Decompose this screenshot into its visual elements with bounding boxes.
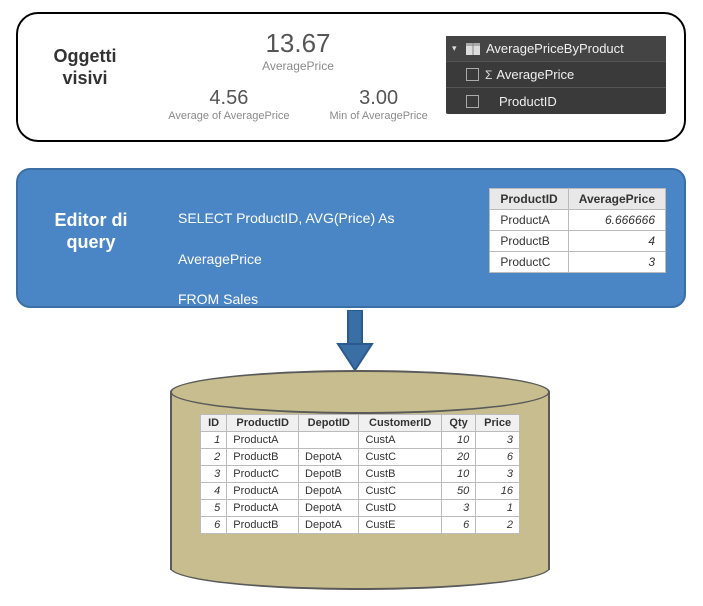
expand-icon: ▾	[452, 43, 462, 54]
checkbox-icon[interactable]	[466, 95, 479, 108]
cell: 6	[201, 517, 227, 534]
col-header: Qty	[441, 415, 475, 432]
sql-line: AveragePrice	[178, 251, 262, 267]
kpi-avg-of-avg: 4.56 Average of AveragePrice	[168, 87, 289, 122]
editor-panel: Editor di query SELECT ProductID, AVG(Pr…	[16, 168, 686, 308]
cell: ProductA	[490, 210, 568, 231]
sigma-icon: Σ	[485, 68, 492, 82]
cell: 6.666666	[568, 210, 665, 231]
cell: 10	[441, 466, 475, 483]
field-label: AveragePrice	[496, 67, 660, 82]
cell: ProductB	[227, 449, 299, 466]
cell: CustC	[359, 449, 441, 466]
cell: DepotA	[299, 449, 359, 466]
cell: DepotA	[299, 483, 359, 500]
cell: DepotA	[299, 500, 359, 517]
kpi-label: Average of AveragePrice	[168, 110, 289, 122]
sales-table: ID ProductID DepotID CustomerID Qty Pric…	[200, 414, 520, 534]
cell: 3	[441, 500, 475, 517]
cell: ProductA	[227, 432, 299, 449]
cell: ProductB	[490, 231, 568, 252]
col-header: Price	[476, 415, 520, 432]
col-header: DepotID	[299, 415, 359, 432]
kpi-group: 13.67 AveragePrice 4.56 Average of Avera…	[158, 28, 438, 122]
col-header: CustomerID	[359, 415, 441, 432]
sql-line: FROM Sales	[178, 291, 258, 307]
kpi-value: 3.00	[330, 87, 428, 110]
kpi-min-of-avg: 3.00 Min of AveragePrice	[330, 87, 428, 122]
cell: 2	[201, 449, 227, 466]
cell: ProductC	[227, 466, 299, 483]
table-row: 3 ProductC DepotB CustB 10 3	[201, 466, 520, 483]
cell: 3	[568, 252, 665, 273]
table-row: 5 ProductA DepotA CustD 3 1	[201, 500, 520, 517]
table-row: 1 ProductA CustA 10 3	[201, 432, 520, 449]
cell: CustB	[359, 466, 441, 483]
cell: 6	[476, 449, 520, 466]
fields-pane: ▾ AveragePriceByProduct Σ AveragePrice P…	[446, 36, 666, 114]
arrow-down-icon	[335, 310, 375, 372]
fields-table-name: AveragePriceByProduct	[486, 41, 660, 56]
cell: CustC	[359, 483, 441, 500]
cell: 5	[201, 500, 227, 517]
table-row: 6 ProductB DepotA CustE 6 2	[201, 517, 520, 534]
kpi-label: Min of AveragePrice	[330, 110, 428, 122]
checkbox-icon[interactable]	[466, 68, 479, 81]
fields-table-header[interactable]: ▾ AveragePriceByProduct	[446, 36, 666, 62]
cell: 20	[441, 449, 475, 466]
cell: 6	[441, 517, 475, 534]
editor-title: Editor di query	[36, 210, 146, 253]
field-item-averageprice[interactable]: Σ AveragePrice	[446, 62, 666, 88]
kpi-value: 13.67	[158, 28, 438, 59]
cell: ProductA	[227, 500, 299, 517]
sql-line: GROUP BY ProductID	[178, 332, 318, 348]
cell: 10	[441, 432, 475, 449]
cell: CustD	[359, 500, 441, 517]
cell: DepotB	[299, 466, 359, 483]
cell: 3	[476, 466, 520, 483]
cell: 4	[201, 483, 227, 500]
cell: 3	[201, 466, 227, 483]
result-row: ProductC 3	[490, 252, 666, 273]
cell	[299, 432, 359, 449]
table-row: 4 ProductA DepotA CustC 50 16	[201, 483, 520, 500]
table-row: 2 ProductB DepotA CustC 20 6	[201, 449, 520, 466]
sql-line: SELECT ProductID, AVG(Price) As	[178, 210, 395, 226]
table-icon	[466, 43, 480, 55]
cell: CustA	[359, 432, 441, 449]
cell: DepotA	[299, 517, 359, 534]
cell: 2	[476, 517, 520, 534]
cell: CustE	[359, 517, 441, 534]
cell: 50	[441, 483, 475, 500]
cylinder-top	[170, 370, 550, 414]
field-label: ProductID	[499, 94, 660, 109]
cell: 4	[568, 231, 665, 252]
col-header: ProductID	[490, 189, 568, 210]
result-row: ProductB 4	[490, 231, 666, 252]
cell: 3	[476, 432, 520, 449]
cell: ProductC	[490, 252, 568, 273]
query-result-table: ProductID AveragePrice ProductA 6.666666…	[489, 188, 666, 273]
col-header: ID	[201, 415, 227, 432]
kpi-value: 4.56	[168, 87, 289, 110]
field-item-productid[interactable]: ProductID	[446, 88, 666, 114]
cell: 16	[476, 483, 520, 500]
cell: 1	[476, 500, 520, 517]
sql-query: SELECT ProductID, AVG(Price) As AverageP…	[178, 188, 418, 350]
kpi-label: AveragePrice	[158, 59, 438, 73]
cell: ProductB	[227, 517, 299, 534]
cell: ProductA	[227, 483, 299, 500]
kpi-average-price: 13.67 AveragePrice	[158, 28, 438, 73]
visuals-title: Oggetti visivi	[40, 46, 130, 89]
col-header: ProductID	[227, 415, 299, 432]
result-row: ProductA 6.666666	[490, 210, 666, 231]
cell: 1	[201, 432, 227, 449]
visuals-panel: Oggetti visivi 13.67 AveragePrice 4.56 A…	[16, 12, 686, 142]
col-header: AveragePrice	[568, 189, 665, 210]
database-cylinder: ID ProductID DepotID CustomerID Qty Pric…	[170, 370, 550, 590]
